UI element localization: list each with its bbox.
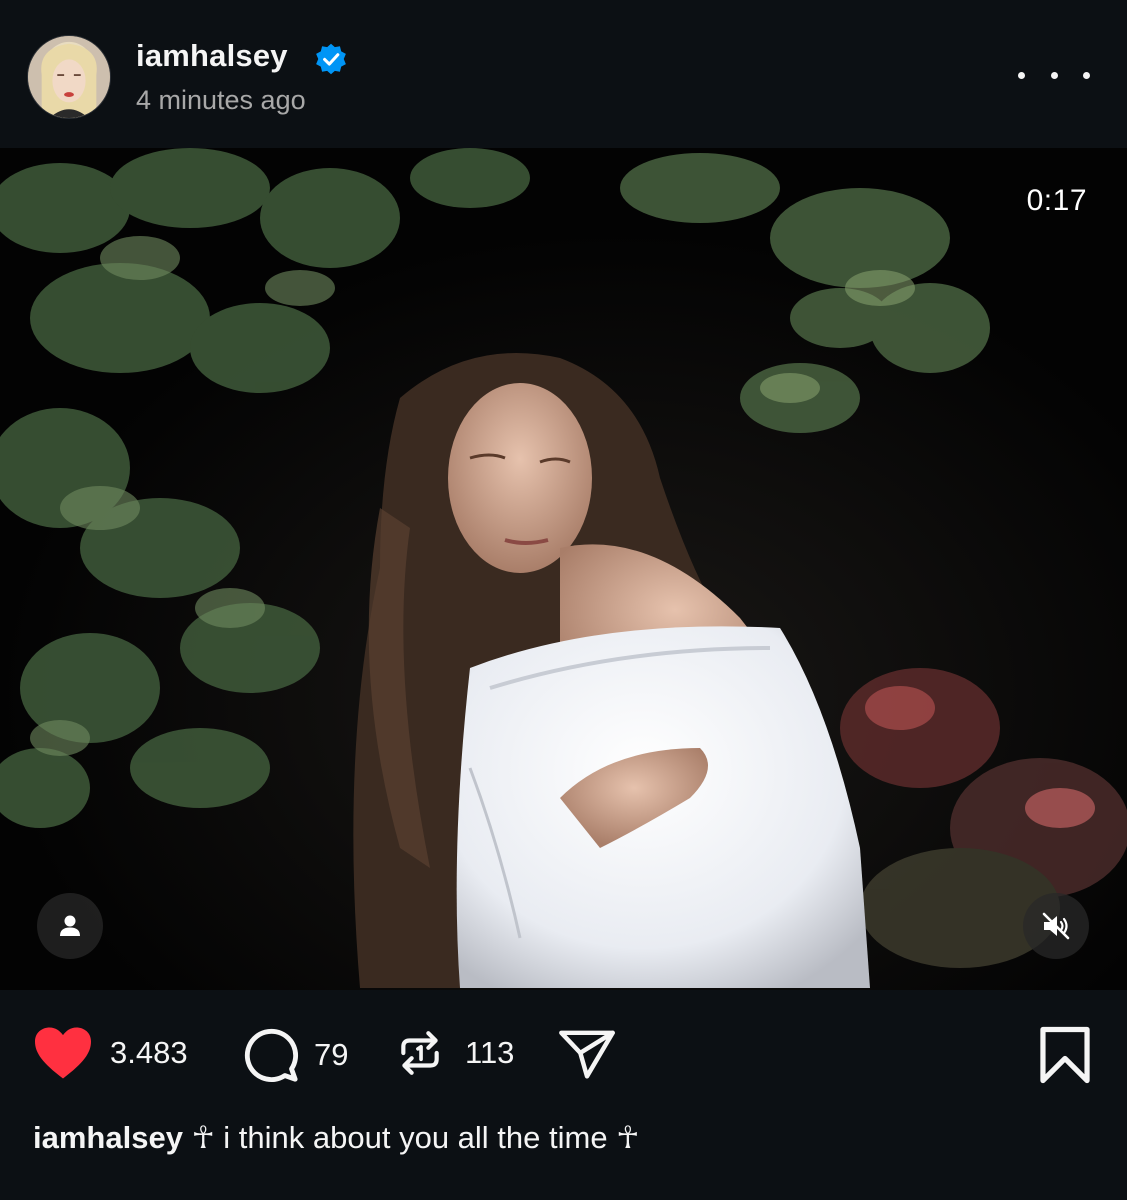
post-timestamp: 4 minutes ago (136, 85, 306, 115)
verified-badge-icon (314, 42, 348, 76)
like-count[interactable]: 3.483 (110, 1035, 188, 1071)
video-frame (0, 148, 1127, 990)
post-username[interactable]: iamhalsey (136, 38, 288, 74)
more-horizontal-icon[interactable] (1018, 62, 1090, 88)
avatar[interactable] (27, 35, 111, 119)
person-tag-button[interactable] (37, 893, 103, 959)
paper-plane-icon (559, 1030, 615, 1079)
post-header: iamhalsey 4 minutes ago (0, 0, 1127, 148)
speaker-muted-icon (1042, 912, 1070, 940)
post-actions: 3.483 79 113 (0, 990, 1127, 1110)
share-button[interactable] (558, 1028, 616, 1080)
caption-username[interactable]: iamhalsey (33, 1120, 183, 1155)
heart-icon (35, 1027, 91, 1079)
caption-text: ☥ i think about you all the time ☥ (191, 1120, 640, 1155)
like-button[interactable]: 3.483 (32, 1025, 188, 1081)
video-player[interactable]: 0:17 (0, 148, 1127, 990)
video-duration: 0:17 (1026, 184, 1087, 217)
person-tag-icon (60, 915, 80, 936)
post-caption: iamhalsey ☥ i think about you all the ti… (33, 1120, 1093, 1156)
comment-bubble-icon (244, 1028, 298, 1082)
save-button[interactable] (1038, 1026, 1092, 1084)
repost-count[interactable]: 113 (465, 1035, 514, 1071)
bookmark-icon (1040, 1026, 1090, 1084)
mute-toggle-button[interactable] (1023, 893, 1089, 959)
repost-button[interactable]: 113 (395, 1028, 514, 1078)
repost-icon (401, 1031, 439, 1075)
avatar-image (28, 36, 110, 118)
comment-button[interactable]: 79 (242, 1026, 348, 1084)
comment-count[interactable]: 79 (314, 1037, 348, 1073)
